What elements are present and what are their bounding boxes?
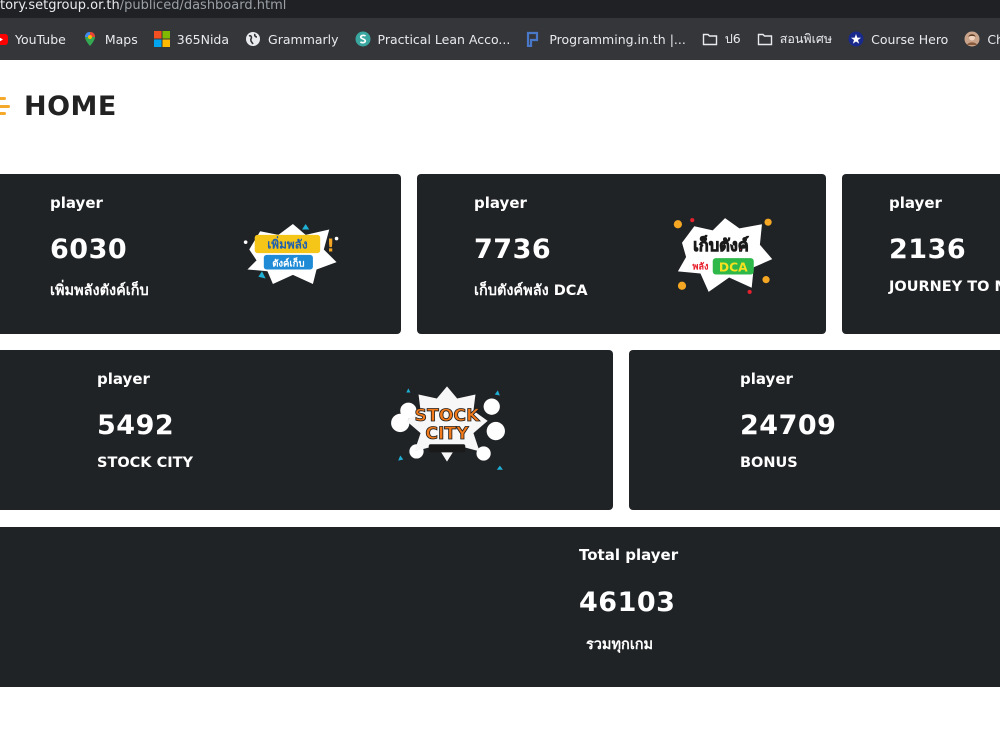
bookmark-label: Course Hero — [871, 31, 949, 47]
logo-text-line2: CITY — [425, 424, 469, 444]
total-name: รวมทุกเกม — [586, 637, 654, 653]
card-value: 7736 — [474, 234, 552, 265]
bookmark-folder-p6[interactable]: ป6 — [702, 29, 741, 49]
folder-icon — [702, 31, 718, 47]
logo-text-line1: เพิ่มพลัง — [267, 236, 308, 252]
card-value: 24709 — [740, 410, 837, 441]
svg-text:!: ! — [327, 235, 335, 256]
bookmark-label: Maps — [104, 31, 138, 47]
card-game-name: STOCK CITY — [97, 455, 194, 471]
game-logo-boost: เพิ่มพลัง ตังค์เก็บ ! — [243, 224, 339, 284]
card-label: player — [889, 194, 942, 212]
logo-text-line3: DCA — [719, 260, 748, 274]
card-label: player — [97, 370, 150, 388]
bookmark-label: ป6 — [724, 31, 741, 46]
game-logo-dca: เก็บตังค์ พลัง DCA — [673, 218, 773, 294]
page-title: HOME — [24, 90, 117, 122]
game-card-2: player 7736 เก็บตังค์พลัง DCA เก็บตังค์ … — [417, 174, 826, 334]
menu-icon[interactable] — [0, 95, 10, 117]
p-logo-icon — [526, 31, 542, 47]
avatar-icon — [964, 31, 980, 47]
card-value: 6030 — [50, 234, 128, 265]
page-header: HOME — [0, 88, 117, 124]
bookmark-folder-tutor[interactable]: สอนพิเศษ — [757, 29, 832, 49]
bookmark-grammarly[interactable]: Grammarly — [245, 31, 339, 47]
bookmark-label: YouTube — [15, 31, 66, 47]
logo-text-line2: ตังค์เก็บ — [272, 256, 304, 269]
card-label: player — [740, 370, 793, 388]
game-card-1: player 6030 เพิ่มพลังตังค์เก็บ เพิ่มพลัง… — [0, 174, 401, 334]
star-badge-icon — [848, 31, 864, 47]
bookmark-label: Programming.in.th |... — [549, 31, 686, 47]
card-game-name: เพิ่มพลังตังค์เก็บ — [50, 283, 149, 299]
card-value: 2136 — [889, 234, 967, 265]
bookmark-maps[interactable]: Maps — [82, 31, 138, 47]
card-label: player — [50, 194, 103, 212]
bookmark-label: 365Nida — [176, 31, 230, 47]
card-game-name: JOURNEY TO MY — [889, 279, 1000, 295]
address-bar[interactable]: tory.setgroup.or.th/publiced/dashboard.h… — [0, 0, 1000, 18]
microsoft-icon — [153, 31, 170, 47]
bookmark-label: Practical Lean Acco... — [377, 31, 511, 47]
logo-text-line1: เก็บตังค์ — [693, 234, 749, 255]
url-path: /publiced/dashboard.html — [119, 0, 287, 13]
youtube-icon — [0, 31, 8, 47]
total-label: Total player — [579, 546, 679, 564]
bookmarks-bar: YouTube Maps 365Nida Grammarly Practical… — [0, 18, 1000, 60]
bookmark-practical-lean[interactable]: Practical Lean Acco... — [355, 31, 511, 47]
bookmark-programming[interactable]: Programming.in.th |... — [526, 31, 686, 47]
logo-text-line1: STOCK — [415, 406, 481, 426]
total-value: 46103 — [579, 587, 676, 618]
bookmark-course-hero[interactable]: Course Hero — [848, 31, 948, 47]
game-card-5: player 24709 BONUS — [629, 350, 1000, 510]
maps-pin-icon — [82, 31, 98, 47]
folder-icon — [757, 31, 773, 47]
total-card: Total player 46103 รวมทุกเกม — [0, 527, 1000, 687]
bookmark-label: Chloe Ting - Fla — [987, 31, 1000, 47]
bookmark-label: สอนพิเศษ — [779, 31, 833, 46]
s-logo-icon — [355, 31, 371, 47]
game-card-3: player 2136 JOURNEY TO MY — [842, 174, 1000, 334]
bookmark-chloe-ting[interactable]: Chloe Ting - Fla — [964, 31, 1000, 47]
card-value: 5492 — [97, 410, 175, 441]
globe-icon — [245, 31, 261, 47]
bookmark-youtube[interactable]: YouTube — [0, 31, 66, 47]
card-label: player — [474, 194, 527, 212]
game-logo-stock-city: STOCK CITY — [391, 386, 505, 470]
game-card-4: player 5492 STOCK CITY STOCK CITY — [0, 350, 613, 510]
bookmark-365nida[interactable]: 365Nida — [153, 31, 230, 47]
logo-text-line2: พลัง — [692, 261, 709, 272]
url-host: tory.setgroup.or.th — [0, 0, 120, 13]
bookmark-label: Grammarly — [268, 31, 339, 47]
card-game-name: BONUS — [740, 455, 798, 471]
card-game-name: เก็บตังค์พลัง DCA — [474, 283, 588, 299]
